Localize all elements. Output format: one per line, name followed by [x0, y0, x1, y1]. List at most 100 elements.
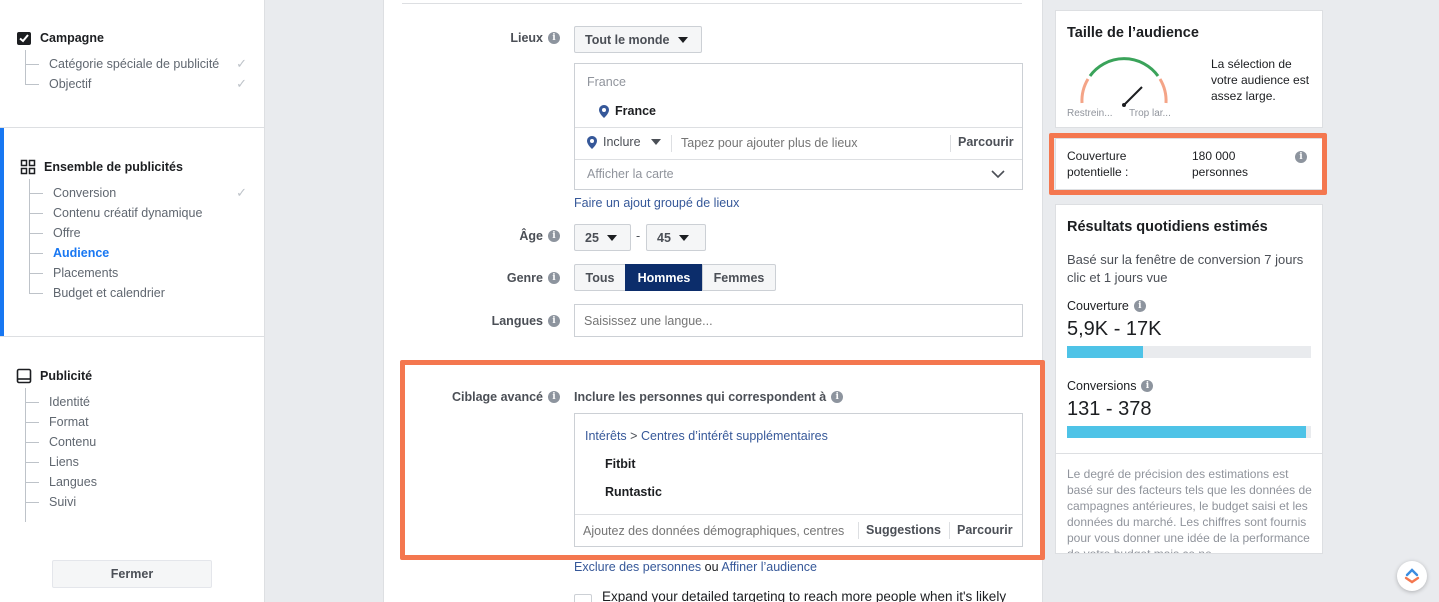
divider [575, 514, 1022, 515]
divider [575, 127, 1022, 128]
help-button[interactable] [1397, 561, 1427, 591]
sidebar-item-special-category[interactable]: Catégorie spéciale de publicité ✓ [25, 54, 265, 74]
label-text: Ciblage avancé [451, 390, 543, 404]
interest-path-root-link[interactable]: Intérêts [585, 429, 627, 443]
label-text: Âge [519, 229, 543, 243]
bulk-add-locations-link[interactable]: Faire un ajout groupé de lieux [574, 196, 739, 210]
daily-results-basis: Basé sur la fenêtre de conversion 7 jour… [1067, 252, 1304, 285]
detailed-targeting-search-input[interactable] [583, 522, 853, 540]
interest-path-separator: > [630, 429, 638, 443]
expand-targeting-checkbox[interactable] [574, 594, 592, 602]
daily-reach-label: Couverture i [1067, 299, 1146, 313]
interest-item-runtastic[interactable]: Runtastic [605, 485, 662, 499]
sidebar-item-label: Contenu [49, 435, 97, 449]
sidebar-item-links[interactable]: Liens [25, 452, 265, 472]
label-text: Langues [491, 314, 543, 328]
sidebar-item-label: Liens [49, 455, 79, 469]
daily-conversions-bar-fill [1067, 426, 1307, 438]
sidebar-head-ad[interactable]: Publicité [0, 368, 265, 384]
sidebar-item-label: Objectif [49, 77, 92, 91]
dropdown-value: 25 [585, 230, 599, 245]
location-search-input[interactable] [681, 134, 943, 152]
sidebar-section-campaign: Campagne Catégorie spéciale de publicité… [0, 30, 265, 94]
detailed-targeting-box: Intérêts > Centres d’intérêt supplémenta… [574, 413, 1023, 547]
info-icon[interactable]: i [548, 32, 560, 44]
sidebar-item-offer[interactable]: Offre [29, 223, 265, 243]
suggestions-button[interactable]: Suggestions [866, 523, 941, 537]
sidebar-item-languages[interactable]: Langues [25, 472, 265, 492]
help-refresh-icon [1404, 568, 1420, 584]
dropdown-value: Tout le monde [585, 32, 670, 47]
include-dropdown[interactable]: Inclure [587, 135, 661, 149]
divider [950, 135, 951, 152]
languages-label: Langues i [492, 314, 560, 328]
info-icon[interactable]: i [548, 315, 560, 327]
sidebar-item-tracking[interactable]: Suivi [25, 492, 265, 512]
interest-path: Intérêts > Centres d’intérêt supplémenta… [585, 429, 828, 443]
include-people-heading: Inclure les personnes qui correspondent … [574, 390, 844, 404]
sidebar-item-placements[interactable]: Placements [29, 263, 265, 283]
sidebar-tree: Catégorie spéciale de publicité ✓ Objecti… [25, 50, 265, 94]
sidebar-item-label: Catégorie spéciale de publicité [49, 57, 220, 71]
daily-reach-bar [1067, 346, 1311, 358]
locations-box: France France Inclure Parcourir Afficher… [574, 63, 1023, 190]
sidebar-item-audience[interactable]: Audience [29, 243, 265, 263]
show-map-toggle-label[interactable]: Afficher la carte [587, 167, 674, 181]
info-icon[interactable]: i [548, 391, 560, 403]
age-max-dropdown[interactable]: 45 [646, 224, 706, 251]
sidebar-head-adset[interactable]: Ensemble de publicités [0, 159, 265, 175]
detailed-browse-button[interactable]: Parcourir [957, 523, 1013, 537]
location-browse-button[interactable]: Parcourir [958, 135, 1014, 149]
daily-results-card: Résultats quotidiens estimés Basé sur la… [1055, 204, 1323, 554]
gauge-high-label: Trop lar... [1129, 108, 1171, 119]
divider [671, 135, 672, 152]
exclude-people-link[interactable]: Exclure des personnes [574, 560, 701, 574]
estimates-disclaimer: Le degré de précision des estimations es… [1067, 467, 1312, 554]
gender-option-men[interactable]: Hommes [625, 264, 703, 291]
gender-option-women[interactable]: Femmes [702, 264, 776, 291]
gender-option-all[interactable]: Tous [574, 264, 626, 291]
language-input[interactable] [574, 304, 1023, 337]
exclude-narrow-links: Exclure des personnes ou Affiner l’audie… [574, 560, 817, 574]
chevron-down-icon[interactable] [991, 170, 1005, 179]
dropdown-value: 45 [657, 230, 671, 245]
sidebar-item-label: Audience [53, 246, 110, 260]
highlight-frame [1049, 133, 1327, 195]
selected-location[interactable]: France [599, 104, 656, 118]
sidebar-item-conversion[interactable]: Conversion ✓ [29, 183, 265, 203]
grid-icon [20, 159, 36, 175]
sidebar-item-dynamic-creative[interactable]: Contenu créatif dynamique [29, 203, 265, 223]
close-button[interactable]: Fermer [52, 560, 212, 588]
divider [575, 159, 1022, 160]
age-min-dropdown[interactable]: 25 [574, 224, 631, 251]
info-icon[interactable]: i [831, 391, 844, 403]
checkbox-icon [16, 30, 32, 46]
sidebar-item-label: Contenu créatif dynamique [53, 206, 203, 220]
sidebar-item-label: Conversion [53, 186, 117, 200]
sidebar-section-adset: Ensemble de publicités Conversion ✓ Conte… [0, 159, 265, 303]
sidebar-item-objective[interactable]: Objectif ✓ [25, 74, 265, 94]
locations-dropdown[interactable]: Tout le monde [574, 26, 702, 53]
sidebar-item-content[interactable]: Contenu [25, 432, 265, 452]
sidebar-item-identity[interactable]: Identité [25, 392, 265, 412]
audience-size-title: Taille de l’audience [1067, 25, 1199, 41]
caret-down-icon [606, 234, 617, 241]
narrow-audience-link[interactable]: Affiner l’audience [721, 560, 817, 574]
divider [858, 522, 859, 539]
check-icon: ✓ [236, 56, 247, 71]
ad-frame-icon [16, 368, 32, 384]
label-text: Lieux [510, 31, 543, 45]
info-icon[interactable]: i [548, 272, 560, 284]
interest-item-fitbit[interactable]: Fitbit [605, 457, 636, 471]
sidebar-item-label: Identité [49, 395, 91, 409]
info-icon[interactable]: i [1141, 380, 1154, 392]
label-text: Couverture [1067, 299, 1129, 313]
info-icon[interactable]: i [1133, 300, 1146, 312]
divider [949, 522, 950, 539]
sidebar-item-budget[interactable]: Budget et calendrier [29, 283, 265, 303]
divider [1056, 453, 1322, 454]
sidebar-head-campaign[interactable]: Campagne [0, 30, 265, 46]
sidebar-item-format[interactable]: Format [25, 412, 265, 432]
interest-path-leaf-link[interactable]: Centres d’intérêt supplémentaires [641, 429, 828, 443]
info-icon[interactable]: i [548, 230, 560, 242]
